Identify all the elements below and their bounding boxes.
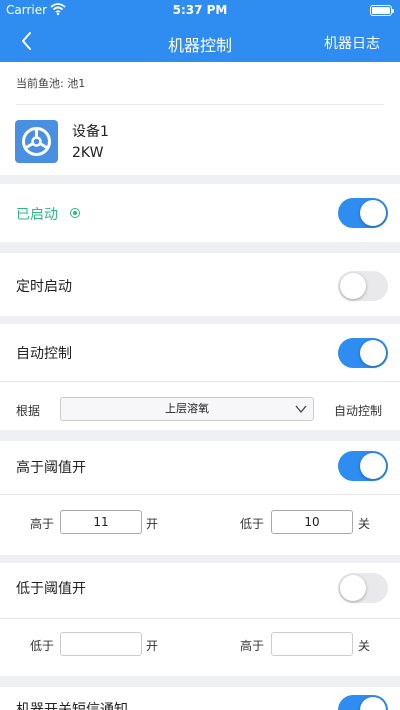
device-name: 设备1 (72, 124, 109, 140)
nav-bar: 机器控制 机器日志 (0, 22, 400, 62)
above-left-label: 高于 (30, 517, 55, 531)
steering-wheel-icon (22, 127, 51, 156)
above-high-threshold-input[interactable]: 11 (60, 510, 142, 534)
current-pond-label: 当前鱼池: 池1 (16, 77, 86, 90)
status-bar: Carrier 5:37 PM (0, 0, 400, 22)
sms-notify-toggle[interactable] (338, 695, 388, 710)
auto-control-toggle[interactable] (338, 338, 388, 368)
above-threshold-toggle[interactable] (338, 451, 388, 481)
below-low-threshold-input[interactable] (60, 632, 142, 656)
above-threshold-label: 高于阈值开 (16, 460, 86, 476)
running-toggle[interactable] (338, 198, 388, 228)
above-right-label: 低于 (240, 517, 265, 531)
timer-label: 定时启动 (16, 279, 72, 295)
above-left-unit: 开 (146, 517, 159, 531)
below-left-unit: 开 (146, 639, 159, 653)
below-high-threshold-input[interactable] (271, 632, 353, 656)
above-low-threshold-input[interactable]: 10 (271, 510, 353, 534)
auto-control-label: 自动控制 (16, 346, 72, 362)
divider (0, 494, 400, 495)
status-time: 5:37 PM (172, 3, 228, 17)
battery-icon (370, 5, 394, 16)
sms-notify-row: 机器开关短信通知 (0, 687, 400, 710)
timer-toggle[interactable] (338, 271, 388, 301)
auto-control-suffix: 自动控制 (334, 404, 383, 418)
running-indicator-icon (70, 208, 80, 218)
below-right-unit: 关 (358, 639, 371, 653)
below-right-label: 高于 (240, 639, 265, 653)
running-status-label: 已启动 (16, 207, 58, 223)
above-right-unit: 关 (358, 517, 371, 531)
sms-notify-label: 机器开关短信通知 (16, 702, 128, 710)
device-power: 2KW (72, 145, 104, 161)
divider (0, 381, 400, 382)
basis-select[interactable]: 上层溶氧 (60, 397, 314, 421)
divider (0, 618, 400, 619)
below-threshold-label: 低于阈值开 (16, 581, 86, 597)
below-left-label: 低于 (30, 639, 55, 653)
machine-log-button[interactable]: 机器日志 (324, 33, 380, 53)
chevron-down-icon (295, 405, 307, 414)
basis-select-value: 上层溶氧 (165, 402, 209, 415)
device-icon (15, 120, 58, 163)
basis-label: 根据 (16, 404, 41, 418)
divider (16, 104, 384, 105)
below-threshold-toggle[interactable] (338, 573, 388, 603)
